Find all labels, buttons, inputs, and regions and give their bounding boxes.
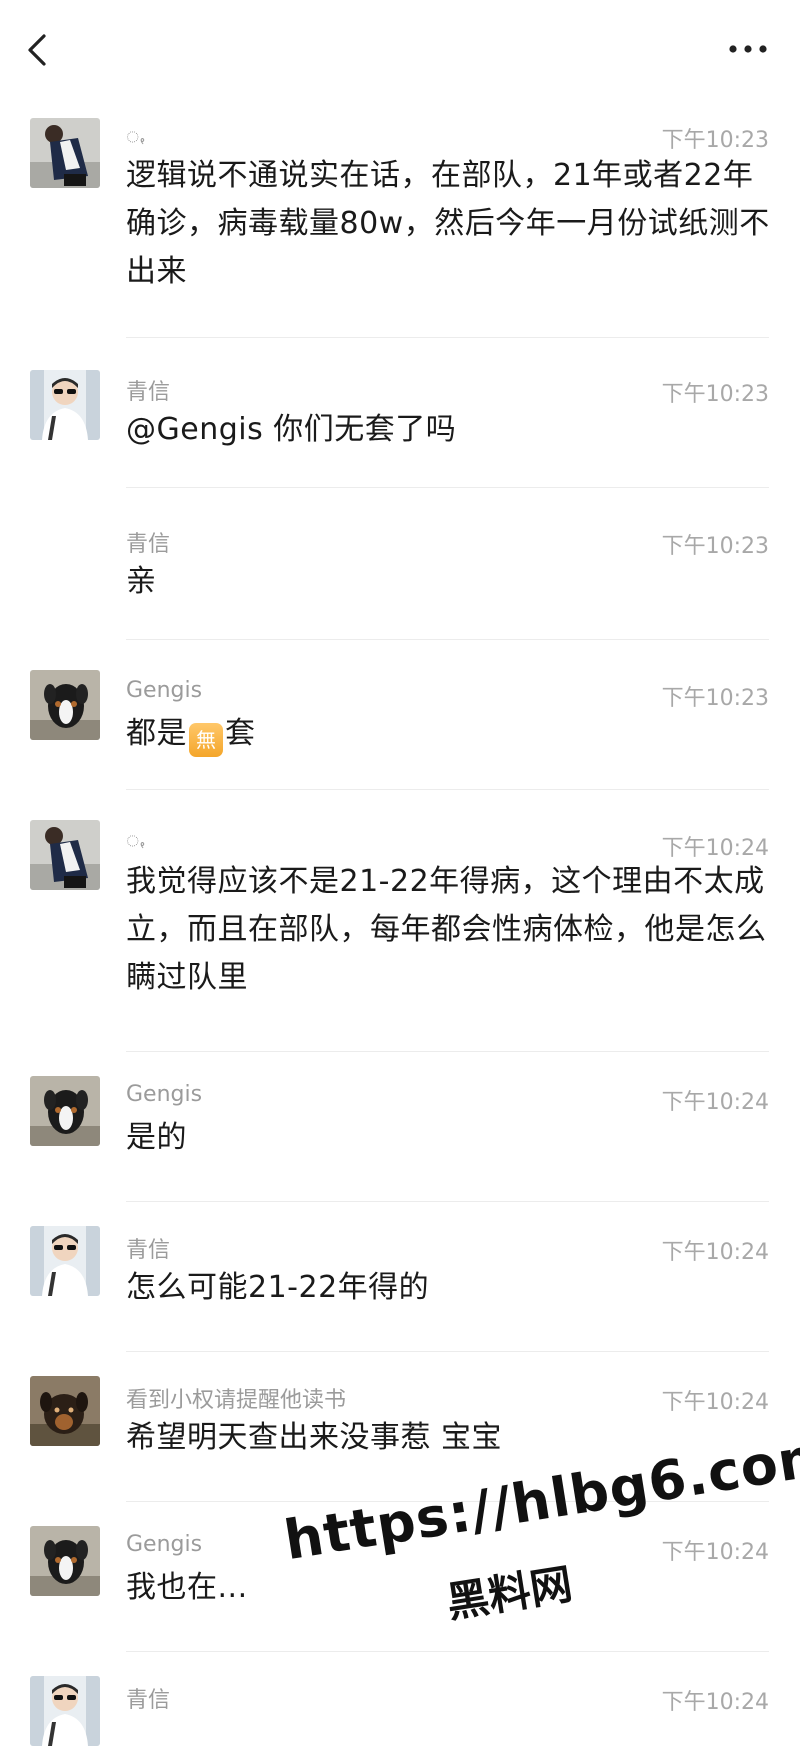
- message-time: 下午10:24: [661, 1690, 769, 1715]
- message-item: 青信 下午10:24: [0, 1652, 800, 1746]
- message-item: 青信 下午10:24 怎么可能21-22年得的: [0, 1202, 800, 1352]
- message-item: 青信 下午10:23 亲: [0, 488, 800, 640]
- avatar-dog[interactable]: [30, 670, 100, 740]
- sender-name: Gengis: [126, 1532, 203, 1557]
- avatar-person-stripes[interactable]: [30, 820, 100, 890]
- sender-name: Gengis: [126, 678, 203, 703]
- message-text: 希望明天查出来没事惹 宝宝: [126, 1420, 503, 1455]
- message-item: Gengis 下午10:24 是的: [0, 1052, 800, 1202]
- message-text: @Gengis 你们无套了吗: [126, 412, 457, 447]
- message-text: 怎么可能21-22年得的: [126, 1270, 430, 1305]
- message-item: ꩻ 下午10:23 逻辑说不通说实在话，在部队，21年或者22年确诊，病毒载量8…: [0, 108, 800, 338]
- message-time: 下午10:24: [661, 1390, 769, 1415]
- message-text-part: 都是: [126, 716, 187, 751]
- message-text: 我也在...: [126, 1570, 248, 1605]
- message-item: Gengis 下午10:23 都是無套: [0, 640, 800, 790]
- sender-name: 看到小权请提醒他读书: [126, 1388, 347, 1413]
- message-text: 是的: [126, 1120, 187, 1155]
- message-item: 看到小权请提醒他读书 下午10:24 希望明天查出来没事惹 宝宝: [0, 1352, 800, 1502]
- avatar-dog[interactable]: [30, 1076, 100, 1146]
- message-text: 亲: [126, 564, 157, 599]
- top-bar: [0, 0, 800, 105]
- avatar-dog-brown[interactable]: [30, 1376, 100, 1446]
- sender-name: 青信: [126, 380, 171, 405]
- sender-name: ꩻ: [126, 123, 146, 148]
- sender-name: 青信: [126, 1688, 171, 1713]
- message-text: 逻辑说不通说实在话，在部队，21年或者22年确诊，病毒载量80w，然后今年一月份…: [126, 158, 770, 289]
- message-time: 下午10:24: [661, 1240, 769, 1265]
- avatar-person-stripes[interactable]: [30, 118, 100, 188]
- sender-name: Gengis: [126, 1082, 203, 1107]
- message-item: 青信 下午10:23 @Gengis 你们无套了吗: [0, 338, 800, 488]
- avatar-person-sunglasses[interactable]: [30, 370, 100, 440]
- message-time: 下午10:24: [661, 1090, 769, 1115]
- message-time: 下午10:24: [661, 1540, 769, 1565]
- avatar-person-sunglasses[interactable]: [30, 1226, 100, 1296]
- message-time: 下午10:23: [661, 382, 769, 407]
- back-button[interactable]: [18, 28, 58, 72]
- message-time: 下午10:23: [661, 128, 769, 153]
- message-time: 下午10:23: [661, 534, 769, 559]
- message-time: 下午10:23: [661, 686, 769, 711]
- message-text-part: 套: [225, 716, 256, 751]
- message-text: 都是無套: [126, 710, 772, 758]
- wu-emoji-icon: 無: [189, 723, 223, 757]
- sender-name: ꩻ: [126, 827, 146, 852]
- sender-name: 青信: [126, 532, 171, 557]
- chevron-left-icon: [28, 34, 46, 66]
- message-item: Gengis 下午10:24 我也在...: [0, 1502, 800, 1652]
- avatar-dog[interactable]: [30, 1526, 100, 1596]
- sender-name: 青信: [126, 1238, 171, 1263]
- message-item: ꩻ 下午10:24 我觉得应该不是21-22年得病，这个理由不太成立，而且在部队…: [0, 790, 800, 1052]
- avatar-person-sunglasses[interactable]: [30, 1676, 100, 1746]
- more-horizontal-icon: [729, 45, 767, 53]
- message-text: 我觉得应该不是21-22年得病，这个理由不太成立，而且在部队，每年都会性病体检，…: [126, 864, 767, 995]
- more-button[interactable]: [726, 36, 770, 62]
